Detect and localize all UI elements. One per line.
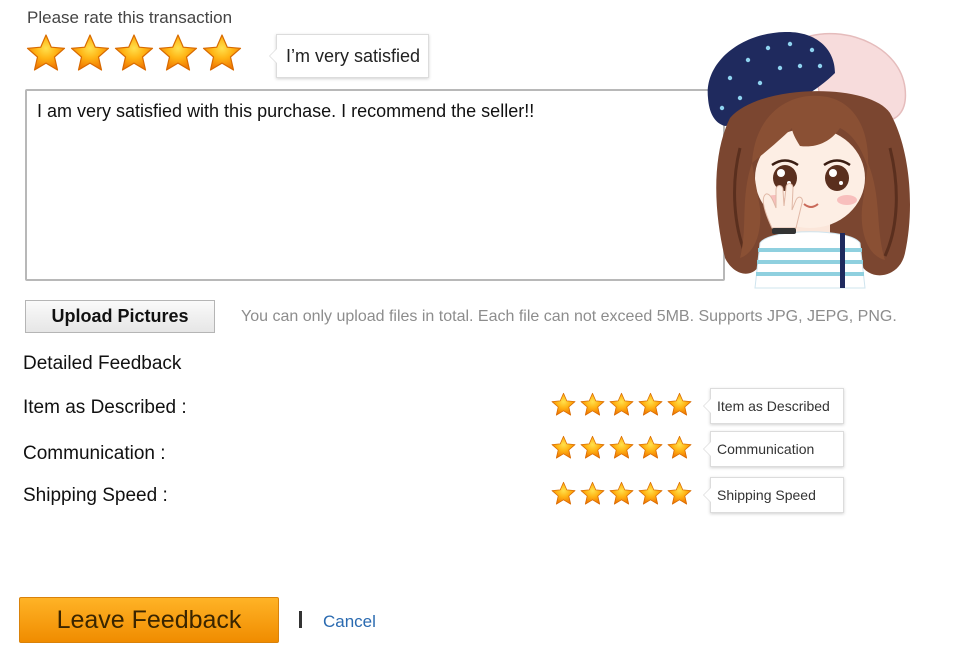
rate-prompt: Please rate this transaction [27, 8, 233, 27]
shipping-speed-label: Shipping Speed : [23, 485, 168, 506]
star-icon[interactable] [551, 392, 576, 417]
communication-label: Communication : [23, 443, 166, 464]
star-icon[interactable] [551, 435, 576, 460]
star-icon[interactable] [609, 392, 634, 417]
item-described-tooltip: Item as Described [703, 388, 844, 424]
cancel-link[interactable]: Cancel [323, 612, 376, 632]
star-icon[interactable] [638, 435, 663, 460]
feedback-box[interactable] [25, 89, 725, 281]
separator [299, 611, 302, 628]
feedback-textarea[interactable] [37, 101, 697, 271]
star-icon[interactable] [114, 33, 154, 73]
upload-note: You can only upload files in total. Each… [241, 308, 897, 325]
star-icon[interactable] [667, 435, 692, 460]
star-icon[interactable] [638, 481, 663, 506]
star-icon[interactable] [667, 481, 692, 506]
star-icon[interactable] [667, 392, 692, 417]
star-icon[interactable] [580, 481, 605, 506]
shipping-speed-stars[interactable] [551, 481, 692, 506]
star-icon[interactable] [202, 33, 242, 73]
upload-pictures-button[interactable]: Upload Pictures [25, 300, 215, 333]
detailed-feedback-heading: Detailed Feedback [23, 353, 182, 374]
cartoon-girl-illustration [707, 31, 910, 289]
overall-rating-stars[interactable] [26, 33, 242, 73]
shipping-speed-tooltip: Shipping Speed [703, 477, 844, 513]
star-icon[interactable] [26, 33, 66, 73]
leave-feedback-button[interactable]: Leave Feedback [19, 597, 279, 643]
communication-tooltip: Communication [703, 431, 844, 467]
star-icon[interactable] [580, 392, 605, 417]
star-icon[interactable] [580, 435, 605, 460]
communication-stars[interactable] [551, 435, 692, 460]
item-described-stars[interactable] [551, 392, 692, 417]
star-icon[interactable] [609, 481, 634, 506]
star-icon[interactable] [609, 435, 634, 460]
rating-tooltip: I’m very satisfied [268, 34, 430, 78]
star-icon[interactable] [70, 33, 110, 73]
star-icon[interactable] [638, 392, 663, 417]
star-icon[interactable] [158, 33, 198, 73]
item-described-label: Item as Described : [23, 397, 187, 418]
star-icon[interactable] [551, 481, 576, 506]
